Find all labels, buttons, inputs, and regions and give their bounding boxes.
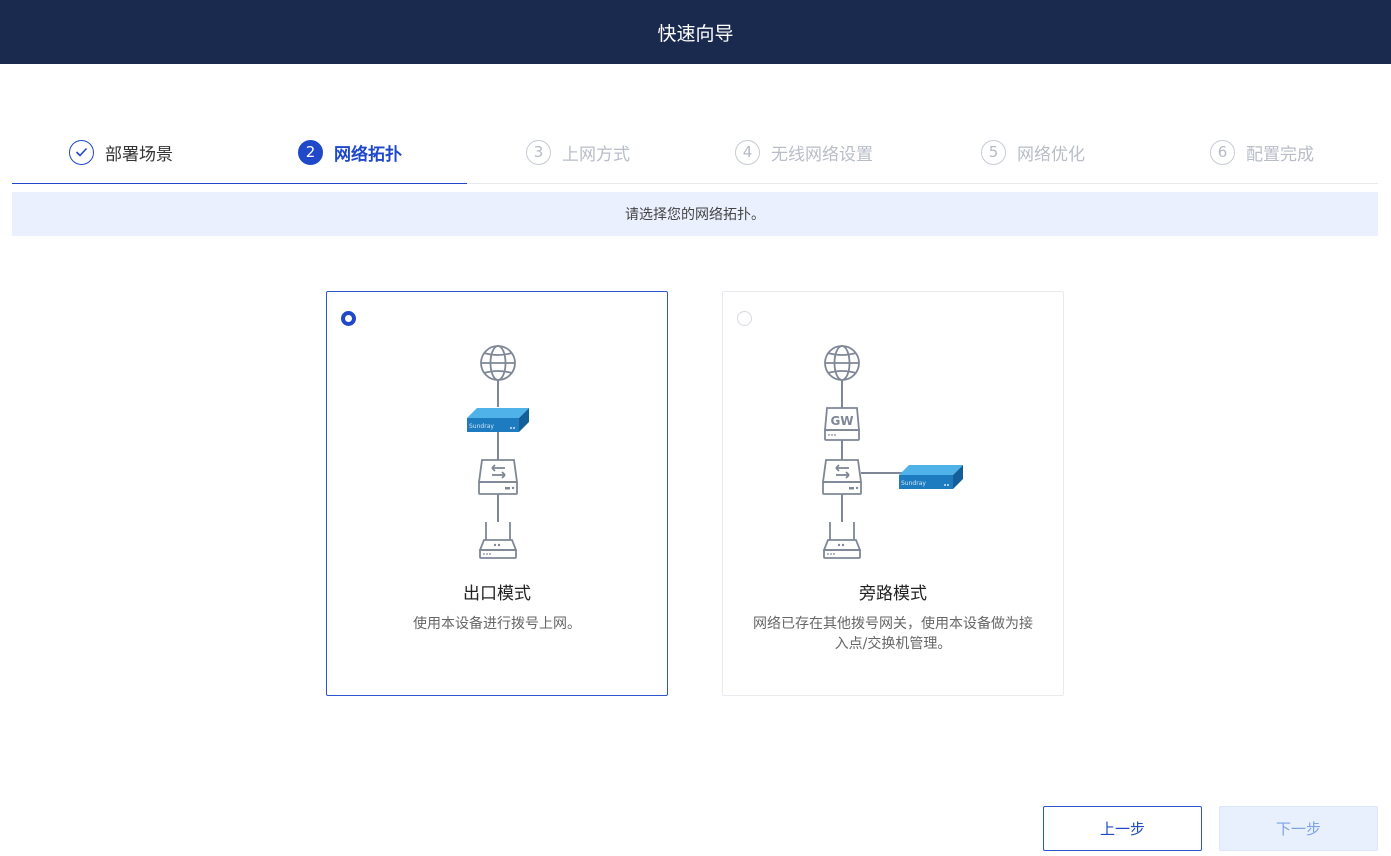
topology-diagram-gateway: Sundray — [467, 345, 529, 559]
step-wireless-settings: 4 无线网络设置 — [735, 139, 873, 165]
radio-unselected[interactable] — [737, 311, 752, 326]
option-card-bypass-mode[interactable]: GW Sundray 旁路模式 网络已存在其他拨号网关，使用本设备做为接入点/交… — [722, 291, 1064, 696]
option-description: 网络已存在其他拨号网关，使用本设备做为接入点/交换机管理。 — [753, 616, 1033, 652]
wizard-steps: 部署场景 2 网络拓扑 3 上网方式 4 无线网络设置 5 网络优化 6 配置完… — [12, 122, 1378, 184]
option-card-gateway-mode[interactable]: Sundray 出口模式 使用本设备进行拨号上网。 — [326, 291, 668, 696]
option-description: 使用本设备进行拨号上网。 — [413, 616, 581, 632]
access-point-icon — [478, 522, 518, 559]
wizard-title: 快速向导 — [657, 22, 734, 45]
step-internet-method: 3 上网方式 — [526, 139, 630, 165]
topology-diagram-bypass: GW Sundray — [821, 345, 963, 559]
step-label: 网络拓扑 — [334, 144, 402, 165]
switch-icon — [821, 459, 863, 495]
active-step-underline — [12, 183, 467, 184]
svg-text:Sundray: Sundray — [469, 423, 494, 430]
option-title: 出口模式 — [463, 584, 531, 604]
previous-step-button[interactable]: 上一步 — [1043, 806, 1202, 851]
access-point-icon — [822, 522, 862, 559]
step-config-complete: 6 配置完成 — [1210, 139, 1314, 165]
switch-icon — [477, 459, 519, 495]
step-number: 6 — [1210, 139, 1235, 165]
svg-text:Sundray: Sundray — [901, 480, 926, 487]
step-number: 5 — [981, 139, 1006, 165]
step-deploy-scene[interactable]: 部署场景 — [69, 139, 173, 165]
step-label: 部署场景 — [105, 144, 173, 165]
step-label: 上网方式 — [562, 144, 630, 165]
wizard-header: 快速向导 — [0, 0, 1391, 64]
option-title: 旁路模式 — [859, 584, 927, 604]
step-network-topology[interactable]: 2 网络拓扑 — [298, 139, 402, 165]
next-step-button[interactable]: 下一步 — [1219, 806, 1378, 851]
radio-selected[interactable] — [341, 311, 356, 326]
gateway-label: GW — [830, 414, 853, 428]
check-icon — [69, 139, 94, 165]
globe-icon — [824, 345, 860, 381]
step-number: 4 — [735, 139, 760, 165]
sundray-device-icon: Sundray — [899, 465, 963, 489]
step-network-optimization: 5 网络优化 — [981, 139, 1085, 165]
sundray-device-icon: Sundray — [467, 408, 529, 432]
instruction-text: 请选择您的网络拓扑。 — [625, 207, 765, 223]
step-number: 2 — [298, 139, 323, 165]
step-label: 配置完成 — [1246, 144, 1314, 165]
step-label: 无线网络设置 — [771, 144, 873, 165]
globe-icon — [480, 345, 516, 381]
step-label: 网络优化 — [1017, 144, 1085, 165]
instruction-banner: 请选择您的网络拓扑。 — [12, 192, 1378, 236]
step-number: 3 — [526, 139, 551, 165]
